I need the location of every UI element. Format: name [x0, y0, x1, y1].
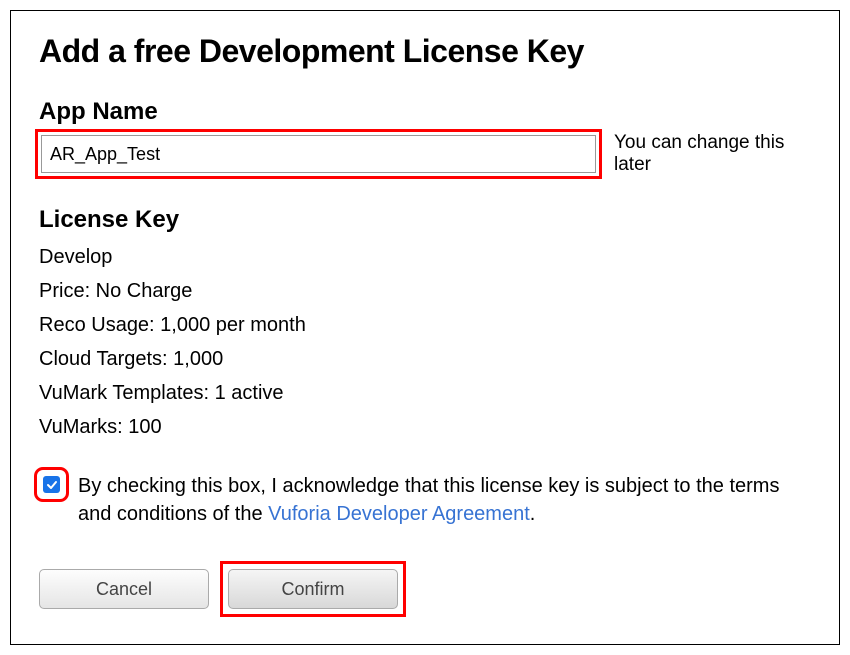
confirm-button-highlight: Confirm	[225, 566, 401, 612]
app-name-input[interactable]	[41, 135, 596, 173]
confirm-button[interactable]: Confirm	[228, 569, 398, 609]
license-details: Develop Price: No Charge Reco Usage: 1,0…	[39, 240, 811, 444]
app-name-row: You can change this later	[39, 132, 811, 176]
cancel-button[interactable]: Cancel	[39, 569, 209, 609]
license-key-label: License Key	[39, 206, 811, 234]
license-detail-item: VuMark Templates: 1 active	[39, 376, 811, 410]
button-row: Cancel Confirm	[39, 566, 811, 612]
license-detail-item: Develop	[39, 240, 811, 274]
app-name-label: App Name	[39, 98, 811, 126]
agreement-text-post: .	[530, 503, 536, 525]
agreement-row: By checking this box, I acknowledge that…	[39, 472, 811, 528]
check-icon	[46, 479, 58, 491]
license-detail-item: VuMarks: 100	[39, 410, 811, 444]
agreement-text: By checking this box, I acknowledge that…	[78, 472, 811, 528]
license-detail-item: Price: No Charge	[39, 274, 811, 308]
agreement-link[interactable]: Vuforia Developer Agreement	[268, 503, 530, 525]
agreement-checkbox[interactable]	[43, 476, 60, 493]
agreement-checkbox-highlight	[39, 472, 64, 497]
app-name-hint: You can change this later	[614, 132, 811, 176]
license-detail-item: Cloud Targets: 1,000	[39, 342, 811, 376]
license-form-container: Add a free Development License Key App N…	[10, 10, 840, 645]
license-detail-item: Reco Usage: 1,000 per month	[39, 308, 811, 342]
app-name-input-highlight	[39, 133, 598, 175]
page-title: Add a free Development License Key	[39, 33, 811, 70]
